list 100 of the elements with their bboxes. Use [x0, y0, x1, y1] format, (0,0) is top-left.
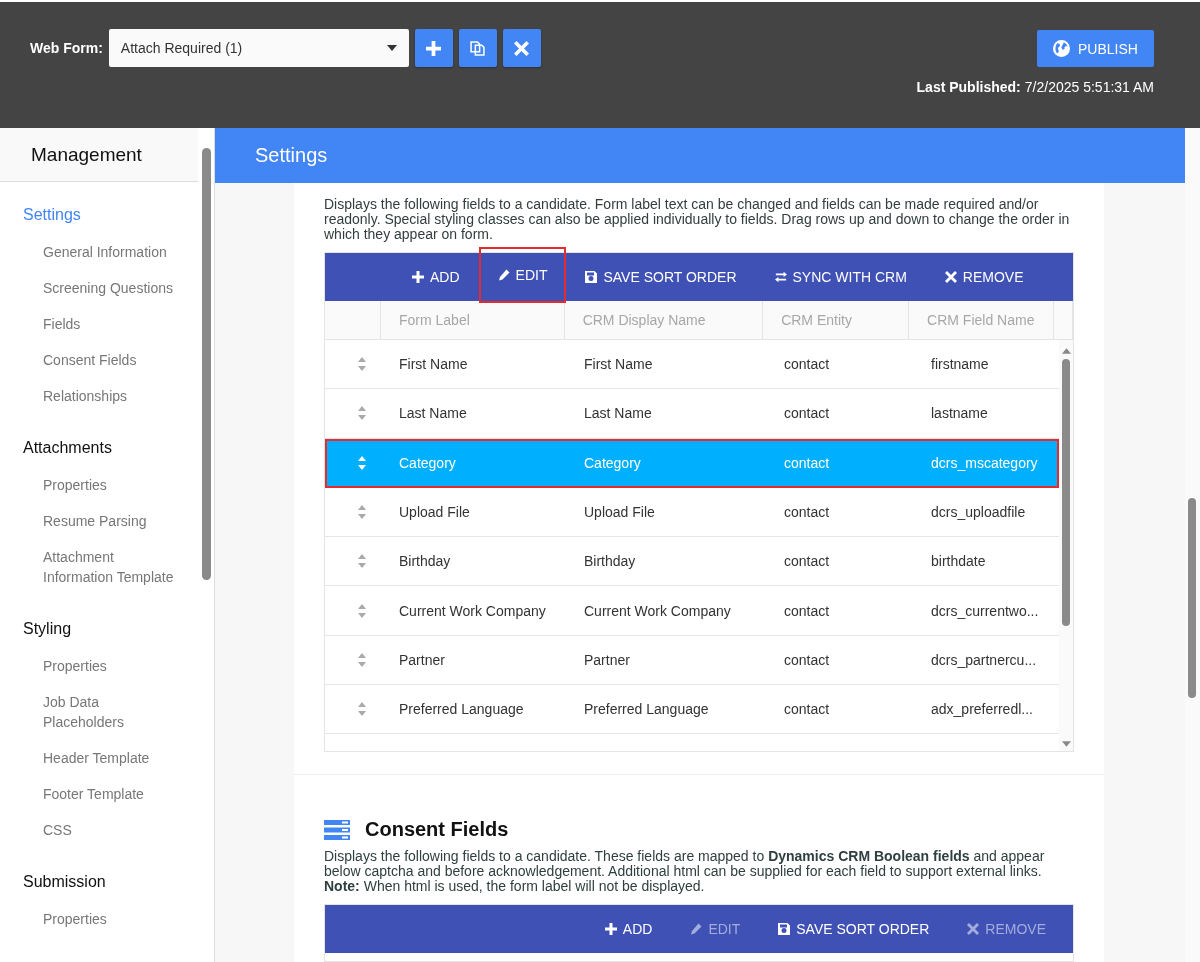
table-cell-text: Last Name — [398, 404, 468, 424]
table-cell-text: First Name — [583, 355, 654, 375]
drag-handle-icon[interactable] — [358, 554, 366, 569]
toolbar-button[interactable]: SAVE SORT ORDER — [566, 253, 756, 301]
table-scrollbar[interactable] — [1059, 340, 1073, 751]
table-cell-text: Birthday — [398, 552, 452, 572]
table-row[interactable]: Preferred Language Preferred Language contact adx_preferredl... — [325, 685, 1059, 735]
web-form-label: Web Form: — [30, 40, 103, 56]
sidebar-item[interactable]: Properties — [0, 909, 183, 929]
table-row[interactable]: Last Name Last Name contact lastname — [325, 389, 1059, 439]
sidebar-item[interactable]: Attachment Information Template — [0, 547, 183, 587]
table-cell-text: Category — [583, 453, 642, 473]
table-cell-text: dcrs_partnercu... — [930, 650, 1038, 670]
table-cell-text: contact — [783, 601, 831, 621]
copy-button[interactable] — [458, 29, 497, 67]
toolbar-button[interactable]: SYNC WITH CRM — [755, 253, 926, 301]
drag-handle-icon[interactable] — [358, 652, 366, 667]
sidebar-item[interactable]: Footer Template — [0, 784, 183, 804]
list-icon — [324, 819, 350, 840]
sidebar-item[interactable]: CSS — [0, 820, 183, 840]
toolbar-button[interactable]: ADD — [585, 905, 672, 953]
scroll-down-icon[interactable] — [1061, 741, 1071, 747]
table-row[interactable]: First Name First Name contact firstname — [325, 340, 1059, 390]
scroll-up-icon[interactable] — [1061, 348, 1071, 354]
sidebar-item[interactable]: Relationships — [0, 386, 183, 406]
copy-icon — [470, 40, 486, 56]
table-cell-text: lastname — [930, 404, 989, 424]
drag-handle-icon[interactable] — [358, 603, 366, 618]
sidebar-item[interactable]: General Information — [0, 242, 183, 262]
caret-icon — [386, 45, 397, 51]
table-cell-text: contact — [783, 453, 831, 473]
table-cell-text: adx_preferredl... — [930, 700, 1034, 720]
sidebar-item[interactable]: Consent Fields — [0, 350, 183, 370]
pencil-icon — [497, 269, 510, 281]
sidebar-item[interactable]: Properties — [0, 656, 183, 676]
table-cell-text: dcrs_uploadfile — [930, 503, 1027, 523]
add-button[interactable] — [414, 29, 453, 67]
toolbar-button[interactable]: ADD — [393, 253, 479, 301]
table-cell-text: dcrs_currentwo... — [930, 601, 1040, 621]
drag-handle-icon[interactable] — [358, 702, 366, 717]
drag-handle-icon[interactable] — [358, 357, 366, 372]
toolbar-button[interactable]: SAVE SORT ORDER — [759, 905, 949, 953]
table-cell-text: Birthday — [583, 552, 637, 572]
table-cell-text: contact — [783, 503, 831, 523]
close-icon — [944, 271, 957, 283]
drag-handle-icon[interactable] — [358, 455, 366, 470]
table-cell-text: contact — [783, 700, 831, 720]
table-cell-text: Preferred Language — [583, 700, 710, 720]
sidebar-section[interactable]: Submission — [0, 873, 193, 899]
publish-button[interactable]: PUBLISH — [1037, 30, 1154, 67]
table-cell-text: Partner — [398, 650, 446, 670]
sidebar-item[interactable]: Header Template — [0, 748, 183, 768]
last-published-label: Last Published: — [916, 79, 1021, 95]
table-row[interactable]: Partner Partner contact dcrs_partnercu... — [325, 635, 1059, 686]
delete-button[interactable] — [502, 29, 541, 67]
toolbar-button[interactable]: REMOVE — [925, 253, 1043, 301]
toolbar-button[interactable]: EDIT — [478, 247, 567, 303]
table-row[interactable]: Category Category contact dcrs_mscategory — [325, 438, 1059, 488]
table-cell-text: Last Name — [583, 404, 653, 424]
sidebar-item[interactable]: Properties — [0, 475, 183, 495]
sidebar-section[interactable]: Settings — [0, 206, 193, 232]
last-published-time: 7/2/2025 5:51:31 AM — [1024, 79, 1154, 95]
table-cell-text: Upload File — [583, 503, 656, 523]
section-description: Displays the following fields to a candidate. Form label text can be changed and fields can be made required and/or readonly. Special styling classes can also be applied individually to fields. Drag rows up and down to change the order in which they appear on form. — [324, 197, 1071, 242]
sidebar-title: Management — [0, 128, 198, 182]
globe-icon — [1053, 40, 1071, 57]
plus-icon — [412, 271, 424, 283]
table-row[interactable]: Birthday Birthday contact birthdate — [325, 537, 1059, 587]
pencil-icon — [690, 923, 703, 935]
sidebar-item[interactable]: Fields — [0, 314, 183, 334]
close-icon — [967, 923, 980, 935]
table-cell-text: Current Work Company — [583, 601, 732, 621]
drag-handle-icon[interactable] — [358, 406, 366, 421]
plus-icon — [426, 40, 442, 56]
sidebar-section[interactable]: Attachments — [0, 439, 193, 465]
table-cell-text: firstname — [930, 355, 990, 375]
table-row[interactable]: Upload File Upload File contact dcrs_uploadfile — [325, 487, 1059, 538]
table-cell-text: contact — [783, 650, 831, 670]
sidebar-section[interactable]: Styling — [0, 620, 193, 646]
table-cell-text: contact — [783, 404, 831, 424]
column-header[interactable]: Form Label — [381, 301, 565, 339]
table-cell-text: contact — [783, 355, 831, 375]
section-description: Displays the following fields to a candidate. These fields are mapped to Dynamics CRM Boolean fields and appear below captcha and before acknowledgement. Additional html can be supplied for each field to support external links. — [324, 849, 1046, 879]
swap-arrows-icon — [774, 271, 787, 283]
web-form-dropdown[interactable]: Attach Required (1) — [108, 29, 409, 67]
table-cell-text: Preferred Language — [398, 700, 525, 720]
page-title: Settings — [255, 144, 328, 167]
sidebar-item[interactable]: Screening Questions — [0, 278, 183, 298]
table-cell-text: Partner — [583, 650, 631, 670]
section-heading: Consent Fields — [365, 818, 509, 841]
sidebar-item[interactable]: Job Data Placeholders — [0, 692, 183, 732]
sidebar-item[interactable]: Resume Parsing — [0, 511, 183, 531]
table-row[interactable]: Current Work Company Current Work Company contact dcrs_currentwo... — [325, 586, 1059, 636]
table-cell-text: dcrs_mscategory — [930, 453, 1039, 473]
drag-handle-icon[interactable] — [358, 505, 366, 520]
table-cell-text: Current Work Company — [398, 601, 547, 621]
table-cell-text: First Name — [398, 355, 469, 375]
close-icon — [514, 40, 530, 56]
plus-icon — [604, 923, 617, 935]
table-cell-text: contact — [783, 552, 831, 572]
